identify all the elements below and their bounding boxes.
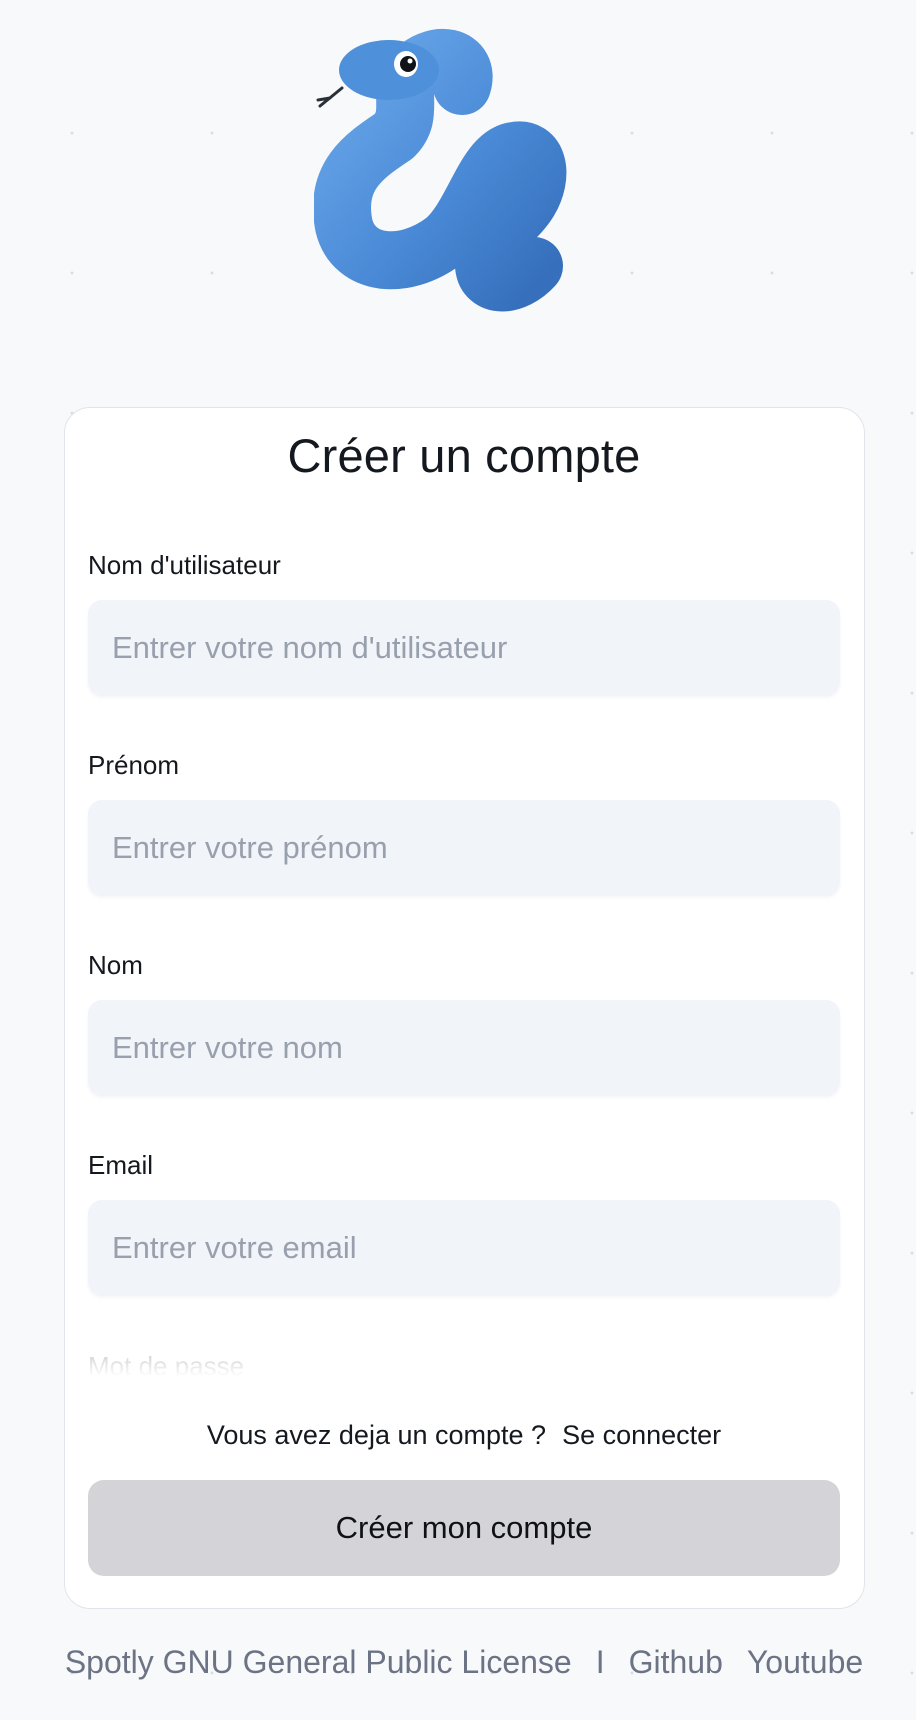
license-link[interactable]: Spotly GNU General Public License <box>65 1644 572 1680</box>
login-link[interactable]: Se connecter <box>562 1420 721 1450</box>
github-link[interactable]: Github <box>629 1644 723 1680</box>
email-label: Email <box>88 1150 154 1180</box>
have-account-text: Vous avez deja un compte ? <box>206 1420 547 1450</box>
lastname-input[interactable] <box>88 1000 840 1096</box>
footer-separator: I <box>595 1644 605 1680</box>
login-prompt: Vous avez deja un compte ? Se connecter <box>0 1420 916 1451</box>
form-title: Créer un compte <box>287 429 641 482</box>
create-account-button[interactable]: Créer mon compte <box>88 1480 840 1576</box>
youtube-link[interactable]: Youtube <box>747 1644 863 1680</box>
username-label: Nom d'utilisateur <box>88 550 281 580</box>
email-input[interactable] <box>88 1200 840 1296</box>
password-label: Mot de passe <box>88 1351 245 1377</box>
lastname-label: Nom <box>88 950 143 980</box>
footer: Spotly GNU General Public License I Github… <box>0 1644 916 1681</box>
firstname-label: Prénom <box>88 750 180 780</box>
firstname-input[interactable] <box>88 800 840 896</box>
username-input[interactable] <box>88 600 840 696</box>
snake-logo-icon <box>313 26 610 312</box>
